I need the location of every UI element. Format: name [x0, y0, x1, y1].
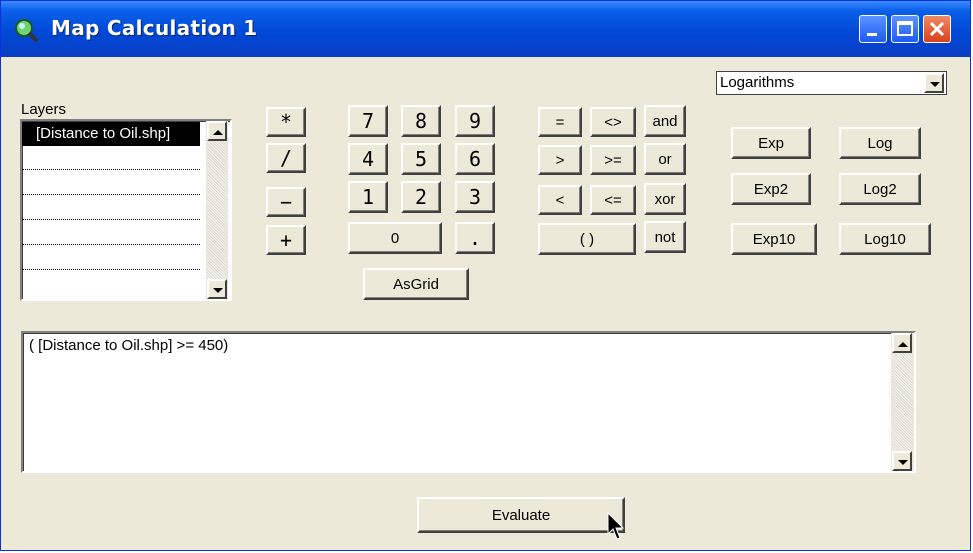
- digit-1-button[interactable]: 1: [348, 181, 388, 213]
- log10-button[interactable]: Log10: [839, 223, 931, 255]
- list-item[interactable]: [22, 221, 200, 245]
- close-icon: [929, 21, 945, 37]
- xor-button[interactable]: xor: [644, 183, 686, 215]
- function-category-dropdown[interactable]: Logarithms: [716, 71, 947, 95]
- mouse-cursor-icon: [607, 512, 625, 540]
- expression-editor[interactable]: ( [Distance to Oil.shp] >= 450): [21, 331, 916, 473]
- selected-category: Logarithms: [720, 74, 795, 91]
- digit-7-button[interactable]: 7: [348, 105, 388, 137]
- greater-button[interactable]: >: [538, 145, 582, 175]
- layers-scrollbar[interactable]: [206, 121, 228, 299]
- map-calculation-window: Map Calculation 1 Layers [Distance to Oi…: [0, 0, 971, 551]
- arrow-down-icon: [213, 288, 223, 293]
- list-item[interactable]: [22, 196, 200, 220]
- scroll-down-button[interactable]: [892, 451, 912, 471]
- multiply-button[interactable]: *: [266, 107, 306, 137]
- digit-5-button[interactable]: 5: [401, 143, 441, 175]
- minimize-button[interactable]: [859, 15, 887, 43]
- less-button[interactable]: <: [538, 185, 582, 215]
- layers-list[interactable]: [Distance to Oil.shp]: [20, 119, 232, 301]
- maximize-icon: [897, 21, 913, 36]
- arrow-up-icon: [213, 130, 223, 135]
- digit-2-button[interactable]: 2: [401, 181, 441, 213]
- list-item[interactable]: [22, 246, 200, 270]
- scroll-up-button[interactable]: [207, 121, 227, 141]
- window-title: Map Calculation 1: [51, 16, 258, 40]
- parentheses-button[interactable]: ( ): [538, 223, 636, 255]
- expression-text[interactable]: ( [Distance to Oil.shp] >= 450): [29, 337, 228, 354]
- exp2-button[interactable]: Exp2: [731, 173, 811, 205]
- expression-scrollbar[interactable]: [891, 333, 914, 471]
- divide-button[interactable]: /: [266, 143, 306, 173]
- digit-6-button[interactable]: 6: [455, 143, 495, 175]
- digit-0-button[interactable]: 0: [348, 222, 442, 254]
- decimal-button[interactable]: .: [455, 222, 495, 254]
- layer-name: [Distance to Oil.shp]: [36, 125, 171, 142]
- layers-label: Layers: [21, 101, 67, 118]
- chevron-down-icon: [930, 82, 940, 87]
- list-item[interactable]: [22, 171, 200, 195]
- title-bar[interactable]: Map Calculation 1: [1, 1, 970, 57]
- subtract-button[interactable]: −: [266, 187, 306, 217]
- maximize-button[interactable]: [891, 15, 919, 43]
- log2-button[interactable]: Log2: [839, 173, 921, 205]
- list-item[interactable]: [Distance to Oil.shp]: [22, 122, 200, 146]
- exp10-button[interactable]: Exp10: [731, 223, 817, 255]
- not-equal-button[interactable]: <>: [590, 107, 636, 137]
- add-button[interactable]: +: [266, 225, 306, 255]
- or-button[interactable]: or: [644, 143, 686, 175]
- minimize-icon: [867, 33, 877, 36]
- digit-8-button[interactable]: 8: [401, 105, 441, 137]
- log-button[interactable]: Log: [839, 127, 921, 159]
- and-button[interactable]: and: [644, 105, 686, 137]
- scroll-up-button[interactable]: [892, 333, 912, 353]
- dropdown-button[interactable]: [924, 73, 944, 93]
- digit-4-button[interactable]: 4: [348, 143, 388, 175]
- arrow-down-icon: [898, 460, 908, 465]
- dialog-body: Layers [Distance to Oil.shp] * / − + 7 8…: [9, 57, 964, 547]
- close-button[interactable]: [923, 15, 951, 43]
- exp-button[interactable]: Exp: [731, 127, 811, 159]
- list-item[interactable]: [22, 271, 200, 295]
- digit-3-button[interactable]: 3: [455, 181, 495, 213]
- scroll-down-button[interactable]: [207, 279, 227, 299]
- less-equal-button[interactable]: <=: [590, 185, 636, 215]
- equal-button[interactable]: =: [538, 107, 582, 137]
- asgrid-button[interactable]: AsGrid: [363, 268, 469, 300]
- arrow-up-icon: [898, 342, 908, 347]
- greater-equal-button[interactable]: >=: [590, 145, 636, 175]
- not-button[interactable]: not: [644, 221, 686, 253]
- evaluate-button[interactable]: Evaluate: [417, 497, 625, 533]
- list-item[interactable]: [22, 146, 200, 170]
- digit-9-button[interactable]: 9: [455, 105, 495, 137]
- map-calculator-icon: [15, 19, 39, 43]
